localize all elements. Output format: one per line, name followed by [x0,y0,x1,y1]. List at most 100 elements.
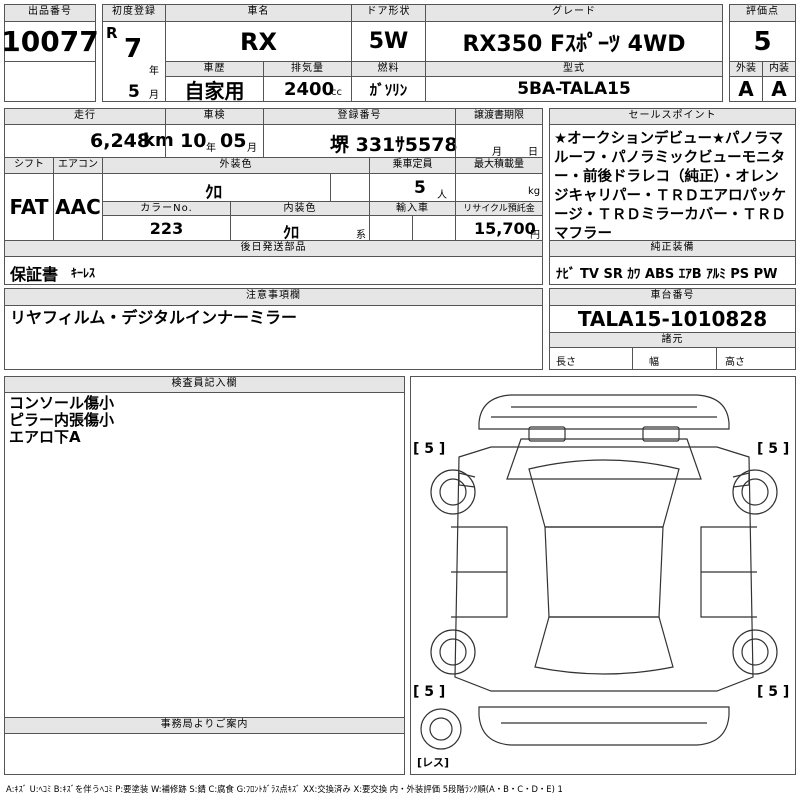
ext-score-label: 外装 [729,61,763,77]
first-reg-year: 7 [124,34,143,64]
specs-width-box: 幅 [632,347,717,370]
first-reg-era: R [106,24,118,42]
capacity-unit: 人 [437,190,447,201]
transfer-box: 月 日 [455,124,543,158]
inspection-month: 05 [220,130,247,152]
model-label: 型式 [425,61,723,77]
displacement: 2400 [284,79,335,100]
tire-front-left: [ 5 ] [413,441,446,457]
grade: RX350 Fｽﾎﾟｰﾂ 4WD [425,21,723,62]
specs-length-box: 長さ [549,347,633,370]
later-parts-label: 後日発送部品 [4,240,543,257]
chassis-number: TALA15-1010828 [549,305,796,333]
plate-label: 登録番号 [263,108,456,125]
first-reg-box: R 7 年 5 月 [102,21,166,102]
specs-length: 長さ [556,357,576,368]
color-no: 223 [102,215,231,241]
first-reg-month-unit: 月 [149,90,159,101]
legend: A:ｷｽﾞ U:ﾍｺﾐ B:ｷｽﾞを伴うﾍｺﾐ P:要塗装 W:補修跡 S:錆 … [6,784,563,794]
notes: リヤフィルム・デジタルインナーミラー [10,308,298,327]
later-parts-box: 保証書 ｷｰﾚｽ [4,256,543,285]
inspector-note-1: コンソール傷小 [9,394,115,412]
spare-tire-label: [レス] [417,756,450,769]
specs-label: 諸元 [549,332,796,348]
tire-rear-left: [ 5 ] [413,684,446,700]
ext-color-extra [330,173,370,202]
recycle-unit: 円 [530,230,540,241]
ext-color-box: ｸﾛ [102,173,331,203]
shift: FAT [4,173,54,241]
ext-color: ｸﾛ [205,183,222,203]
import-box-2 [412,215,456,241]
recycle-label: リサイクル預託金 [455,201,543,216]
first-reg-month: 5 [128,82,140,102]
history: 自家用 [165,76,264,103]
lot-blank [4,61,96,102]
car-outline-diagram [420,394,778,750]
mileage: 6,248 [90,130,151,152]
inspection-year: 10 [180,130,207,152]
model: 5BA-TALA15 [425,76,723,102]
capacity: 5 [414,178,426,198]
shift-label: シフト [4,157,54,174]
displacement-label: 排気量 [263,61,352,77]
sales-point-label: セールスポイント [549,108,796,125]
transfer-day-unit: 日 [528,147,538,158]
int-score-label: 内装 [762,61,796,77]
int-color-label: 内装色 [230,201,370,216]
first-reg-label: 初度登録 [102,4,166,22]
import-label: 輸入車 [369,201,456,216]
car-name-label: 車名 [165,4,352,22]
fuel: ｶﾞｿﾘﾝ [351,76,426,102]
ext-score: A [729,76,763,102]
specs-height-box: 高さ [716,347,796,370]
first-reg-year-unit: 年 [149,66,159,77]
recycle-amount: 15,700 [474,219,536,238]
recycle-box: 15,700 円 [455,215,543,241]
displacement-box: 2400 cc [263,76,352,102]
score-label: 評価点 [729,4,796,22]
office-label: 事務局よりご案内 [4,717,405,734]
specs-height: 高さ [725,357,745,368]
aircon-label: エアコン [53,157,103,174]
later-part-warranty: 保証書 [10,265,59,284]
notes-label: 注意事項欄 [4,288,543,306]
ext-color-label: 外装色 [102,157,370,174]
spare-tire-value: レス [422,756,445,769]
inspection-box: 10 年 05 月 [165,124,264,158]
office-box [4,733,405,775]
max-load-unit: kg [528,186,541,197]
mileage-label: 走行 [4,108,166,125]
door-label: ドア形状 [351,4,426,22]
sales-point-text: ★オークションデビュー★パノラマルーフ・パノラミックビューモニター・前後ドラレコ… [554,131,786,242]
later-part-keyless: ｷｰﾚｽ [71,266,96,280]
int-score: A [762,76,796,102]
mileage-box: 6,248 km [4,124,174,158]
inspector-label: 検査員記入欄 [4,376,405,393]
specs-width: 幅 [649,357,659,368]
color-no-label: カラーNo. [102,201,231,216]
equipment-label: 純正装備 [549,240,796,257]
int-color-box: ｸﾛ 系 [230,215,370,242]
lot-number: 10077 [1,21,99,62]
aircon: AAC [53,173,103,241]
lot-label: 出品番号 [4,4,96,22]
grade-label: グレード [425,4,723,22]
inspection-year-unit: 年 [206,143,216,154]
car-diagram: [ 5 ] [ 5 ] [ 5 ] [ 5 ] [レス] [410,376,796,775]
transfer-label: 譲渡書期限 [455,108,543,125]
inspector-note-3: エアロ下A [9,428,81,446]
notes-box: リヤフィルム・デジタルインナーミラー [4,305,543,370]
equipment: ﾅﾋﾞ TV SR ｶﾜ ABS ｴｱB ｱﾙﾐ PS PW [556,267,778,282]
score: 5 [729,21,796,62]
int-color-unit: 系 [356,230,366,241]
inspector-box: コンソール傷小 ピラー内張傷小 エアロ下A [4,392,405,718]
transfer-month-unit: 月 [492,147,502,158]
max-load-label: 最大積載量 [455,157,543,174]
displacement-unit: cc [331,87,342,98]
door-type: 5W [351,21,426,62]
plate-box: 堺 331ｻ5578 [263,124,458,158]
tire-rear-right: [ 5 ] [757,684,790,700]
chassis-label: 車台番号 [549,288,796,306]
fuel-label: 燃料 [351,61,426,77]
